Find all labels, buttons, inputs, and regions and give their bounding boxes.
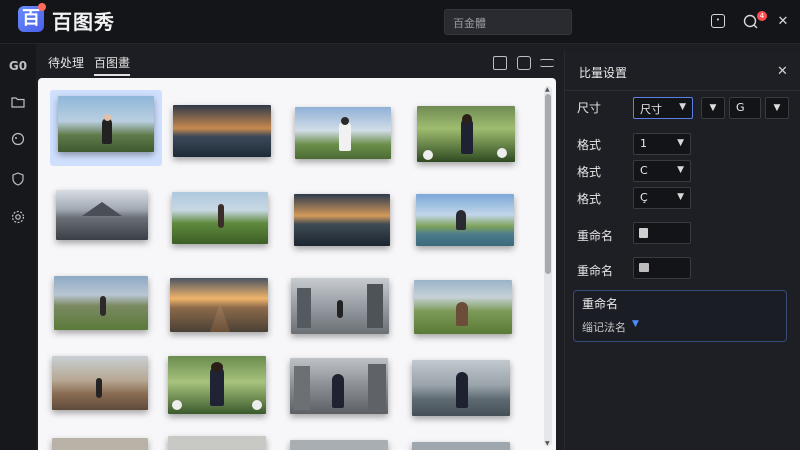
size-extra-dropdown[interactable]: ▼ [765,97,789,119]
format-label-3: 格式 [577,192,602,206]
rename-section-title: 重命名 [582,297,619,311]
format-select-3[interactable]: Ç ▼ [633,187,691,209]
chevron-down-icon: ▼ [679,102,686,112]
chevron-down-icon: ▼ [677,165,684,175]
format-label-2: 格式 [577,165,602,179]
thumbnail-4[interactable] [56,190,148,240]
folder-icon [11,97,25,108]
sub-toolbar: 待处理 百图畫 [38,48,564,78]
thumbnail-14[interactable] [290,358,388,414]
format-select-3-value: Ç [640,191,648,204]
format-select-2[interactable]: C ▼ [633,160,691,182]
settings-title: 比量设置 [579,66,628,80]
file-icon [639,228,648,238]
scroll-down-icon[interactable]: ▼ [545,440,550,447]
thumbnail-13[interactable] [168,356,266,414]
thumbnail-15[interactable] [412,360,510,416]
thumbnail-7[interactable] [416,194,514,246]
format-select-1[interactable]: 1 ▼ [633,133,691,155]
gear-icon [11,210,25,224]
left-rail: G0 [0,44,36,450]
thumbnail-10[interactable] [291,278,389,334]
thumbnail-12[interactable] [52,356,148,410]
sliders-icon[interactable] [540,59,554,67]
size-extra-value: G [736,101,745,114]
format-select-1-value: 1 [640,137,647,150]
thumbnail-0[interactable] [58,96,154,152]
app-window: 百 百图秀 百金體 • 4 ✕ G0 待处理 百图畫 ▲ ▼ 比量设置 ✕ 尺寸… [0,0,800,450]
rail-item-paint[interactable] [8,132,28,152]
comment-icon[interactable] [517,56,531,70]
thumbnail-19[interactable] [412,442,510,450]
rail-item-folder[interactable] [8,94,28,114]
rail-item-badge[interactable] [8,172,28,192]
chevron-down-icon: ▼ [677,138,684,148]
notification-badge: 4 [757,11,767,21]
batch-settings-panel: 比量设置 ✕ 尺寸 尺寸 ▼ ▼ G ▼ 格式 1 ▼ 格式 C ▼ 格式 Ç … [564,52,800,450]
thumbnail-1[interactable] [173,105,271,157]
rename-section[interactable]: 重命名 缁记法名 ▼ [573,290,787,342]
g0-icon: G0 [8,59,28,73]
thumbnail-5[interactable] [172,192,268,244]
rail-item-home[interactable]: G0 [8,56,28,76]
chevron-down-icon: ▼ [677,192,684,202]
grid-scrollbar-thumb[interactable] [545,94,551,274]
chevron-down-icon[interactable]: ▼ [632,319,639,329]
shield-icon [12,172,24,186]
size-select[interactable]: 尺寸 ▼ [633,97,693,119]
thumbnail-8[interactable] [54,276,148,330]
search-input[interactable]: 百金體 [444,9,572,35]
close-window-button[interactable]: ✕ [775,14,791,30]
thumbnail-16[interactable] [52,438,148,450]
size-label: 尺寸 [577,101,602,115]
app-title: 百图秀 [52,10,115,34]
scroll-up-icon[interactable]: ▲ [545,86,550,93]
rename-rule-value[interactable]: 缁记法名 [582,319,626,335]
thumbnail-17[interactable] [168,436,266,450]
thumbnail-2[interactable] [295,107,391,159]
rename-input-1[interactable] [633,222,691,244]
divider [565,90,800,91]
window-icon-button[interactable]: • [711,14,725,28]
tab-pending[interactable]: 待处理 [48,54,84,71]
thumbnail-11[interactable] [414,280,512,334]
close-icon[interactable]: ✕ [777,64,788,79]
rename-label-1: 重命名 [577,229,614,243]
thumbnail-9[interactable] [170,278,268,332]
title-bar: 百 百图秀 百金體 • 4 ✕ [0,0,800,44]
thumbnail-6[interactable] [294,194,390,246]
tab-gallery[interactable]: 百图畫 [94,54,131,76]
size-option-button[interactable]: ▼ [701,97,725,119]
size-select-value: 尺寸 [640,103,662,116]
thumbnail-3[interactable] [417,106,515,162]
paint-icon [11,132,25,146]
square-icon [639,263,649,272]
rail-item-settings[interactable] [8,210,28,230]
rename-input-2[interactable] [633,257,691,279]
logo-badge-icon [38,3,46,11]
image-grid [38,78,556,450]
format-select-2-value: C [640,164,648,177]
size-extra-select[interactable]: G [729,97,761,119]
format-label-1: 格式 [577,138,602,152]
thumbnail-18[interactable] [290,440,388,450]
rename-label-2: 重命名 [577,264,614,278]
edit-icon[interactable] [493,56,507,70]
